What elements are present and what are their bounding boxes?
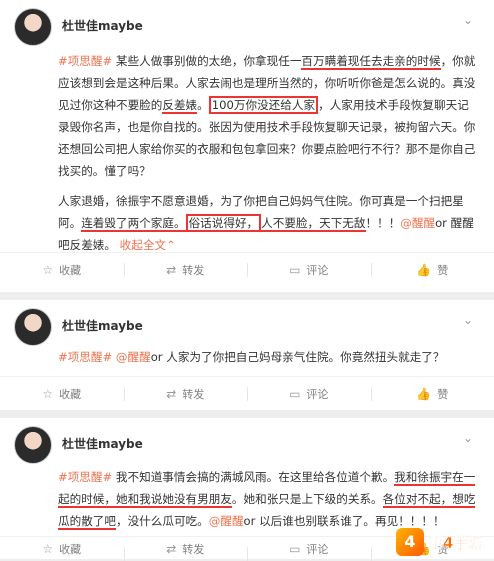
post-paragraph: #项思醒# 我不知道事情会搞的满城风雨。在这里给各位道个歉。我和徐振宇在一起的时… bbox=[58, 466, 480, 532]
underlined-text: 反差婊 bbox=[162, 98, 197, 114]
chevron-down-icon[interactable]: ⌄ bbox=[460, 12, 476, 28]
favorite-button[interactable]: ☆ 收藏 bbox=[0, 538, 124, 559]
repost-label: 转发 bbox=[182, 541, 204, 557]
collapse-link[interactable]: 收起全文 bbox=[120, 238, 166, 252]
chevron-down-icon[interactable]: ⌄ bbox=[460, 430, 476, 446]
comment-label: 评论 bbox=[306, 262, 328, 278]
like-button[interactable]: 👍赞 bbox=[371, 254, 494, 286]
comment-button[interactable]: ▭ 评论 bbox=[247, 378, 371, 410]
post-header: 杜世佳maybe ⌄ bbox=[14, 8, 484, 46]
post-header: 杜世佳maybe ⌄ bbox=[14, 308, 484, 346]
chevron-down-icon[interactable]: ⌄ bbox=[460, 312, 476, 328]
favorite-button[interactable]: ☆ 收藏 bbox=[0, 254, 124, 286]
hashtag-link[interactable]: #项思醒# bbox=[58, 350, 112, 364]
avatar[interactable] bbox=[14, 308, 52, 346]
text-span: 。 bbox=[197, 98, 209, 112]
divider bbox=[0, 376, 494, 377]
text-span: or 以后谁也别联系谁了。再见！！！！ bbox=[244, 514, 445, 528]
avatar[interactable] bbox=[14, 8, 52, 46]
repost-label: 转发 bbox=[182, 386, 204, 402]
mention-link[interactable]: @醒醒 bbox=[116, 350, 151, 364]
watermark-logo-icon: 4 bbox=[396, 528, 424, 556]
collapse-caret-icon[interactable]: ⌃ bbox=[166, 238, 176, 252]
thumbs-up-icon: 👍 bbox=[416, 387, 431, 401]
site-watermark: 4 第4手游 bbox=[396, 527, 488, 557]
favorite-label: 收藏 bbox=[59, 386, 81, 402]
post-paragraph: #项思醒# @醒醒or 人家为了你把自己妈母亲气住院。你竟然扭头就走了？ bbox=[58, 346, 480, 368]
text-span: or 人家为了你把自己妈母亲气住院。你竟然扭头就走了？ bbox=[151, 350, 445, 364]
like-label: 赞 bbox=[437, 386, 448, 402]
weibo-post-1: 杜世佳maybe ⌄ #项思醒# 某些人做事别做的太绝，你拿现任一百万瞒着现任去… bbox=[0, 0, 494, 292]
text-span: ，没什么瓜可吃。 bbox=[116, 514, 209, 528]
boxed-text: 100万你没还给人家 bbox=[209, 96, 318, 114]
comment-button[interactable]: ▭ 评论 bbox=[247, 538, 371, 559]
favorite-button[interactable]: ☆ 收藏 bbox=[0, 378, 124, 410]
text-span: 我不知道事情会搞的满城风雨。在这里给各位道个歉。 bbox=[116, 470, 394, 484]
star-icon: ☆ bbox=[42, 387, 53, 401]
username[interactable]: 杜世佳maybe bbox=[62, 435, 143, 452]
post-paragraph: 人家退婚，徐振宇不愿意退婚，为了你把自己妈妈气住院。你可真是一个扫把星阿。连着毁… bbox=[58, 190, 480, 256]
comment-icon: ▭ bbox=[289, 387, 300, 401]
repost-icon: ⇄ bbox=[166, 542, 176, 556]
action-bar: ☆收藏 ⇄转发 ▭评论 👍赞 bbox=[0, 254, 494, 286]
weibo-post-2: 杜世佳maybe ⌄ #项思醒# @醒醒or 人家为了你把自己妈母亲气住院。你竟… bbox=[0, 300, 494, 410]
underlined-text: 连着毁了两个家庭。 bbox=[81, 216, 185, 232]
repost-icon: ⇄ bbox=[166, 387, 176, 401]
comment-icon: ▭ bbox=[289, 263, 300, 277]
mention-link[interactable]: @醒醒 bbox=[400, 216, 435, 230]
divider bbox=[0, 252, 494, 253]
star-icon: ☆ bbox=[42, 263, 53, 277]
comment-button[interactable]: ▭ 评论 bbox=[247, 254, 371, 286]
comment-icon: ▭ bbox=[289, 542, 300, 556]
comment-label: 评论 bbox=[306, 386, 328, 402]
repost-button[interactable]: ⇄ 转发 bbox=[124, 254, 248, 286]
underlined-text: 百万瞒着现任去走亲的时候 bbox=[301, 54, 440, 70]
post-text: #项思醒# 某些人做事别做的太绝，你拿现任一百万瞒着现任去走亲的时候，你就应该想… bbox=[58, 50, 480, 256]
watermark-text: 第4手游 bbox=[428, 532, 483, 553]
text-span: 某些人做事别做的太绝，你拿现任一 bbox=[116, 54, 302, 68]
avatar[interactable] bbox=[14, 426, 52, 464]
action-bar: ☆收藏 ⇄转发 ▭评论 👍赞 bbox=[0, 378, 494, 410]
post-text: #项思醒# @醒醒or 人家为了你把自己妈母亲气住院。你竟然扭头就走了？ bbox=[58, 346, 480, 368]
repost-label: 转发 bbox=[182, 262, 204, 278]
like-label: 赞 bbox=[437, 262, 448, 278]
text-span: ！！！ bbox=[366, 216, 401, 230]
repost-button[interactable]: ⇄ 转发 bbox=[124, 538, 248, 559]
favorite-label: 收藏 bbox=[59, 541, 81, 557]
boxed-text: 俗话说得好， bbox=[186, 214, 262, 232]
mention-link[interactable]: @醒醒 bbox=[209, 514, 244, 528]
comment-label: 评论 bbox=[306, 541, 328, 557]
thumbs-up-icon: 👍 bbox=[416, 263, 431, 277]
post-text: #项思醒# 我不知道事情会搞的满城风雨。在这里给各位道个歉。我和徐振宇在一起的时… bbox=[58, 466, 480, 532]
hashtag-link[interactable]: #项思醒# bbox=[58, 470, 112, 484]
repost-button[interactable]: ⇄ 转发 bbox=[124, 378, 248, 410]
username[interactable]: 杜世佳maybe bbox=[62, 17, 143, 34]
text-span: 。她和张只是上下级的关系。 bbox=[232, 492, 383, 506]
repost-icon: ⇄ bbox=[166, 263, 176, 277]
post-paragraph: #项思醒# 某些人做事别做的太绝，你拿现任一百万瞒着现任去走亲的时候，你就应该想… bbox=[58, 50, 480, 182]
hashtag-link[interactable]: #项思醒# bbox=[58, 54, 112, 68]
underlined-text: 人不要脸，天下无敌 bbox=[261, 216, 365, 232]
like-button[interactable]: 👍赞 bbox=[371, 378, 494, 410]
favorite-label: 收藏 bbox=[59, 262, 81, 278]
username[interactable]: 杜世佳maybe bbox=[62, 317, 143, 334]
post-header: 杜世佳maybe ⌄ bbox=[14, 426, 484, 464]
star-icon: ☆ bbox=[42, 542, 53, 556]
